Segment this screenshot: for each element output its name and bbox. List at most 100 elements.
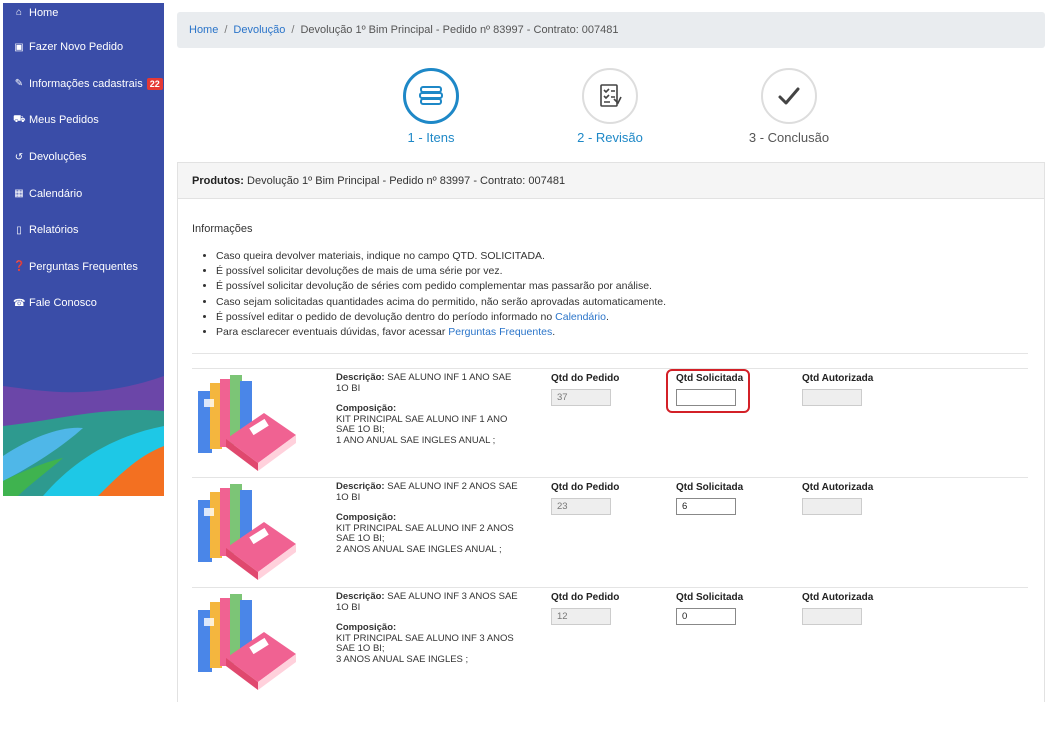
description-label: Descrição:: [336, 372, 385, 383]
composition-label: Composição:: [336, 622, 397, 633]
info-list: Caso queira devolver materiais, indique …: [216, 249, 666, 340]
composition-line: 1 ANO ANUAL SAE INGLES ANUAL ;: [336, 434, 496, 446]
breadcrumb-separator: /: [224, 24, 228, 36]
product-description: Descrição: SAE ALUNO INF 3 ANOS SAE 1O B…: [336, 591, 526, 665]
info-item: É possível solicitar devolução de séries…: [216, 279, 666, 294]
info-item: É possível solicitar devoluções de mais …: [216, 264, 666, 279]
sidebar-item-informacoes[interactable]: ✎ Informações cadastrais 22: [3, 66, 164, 103]
sidebar-item-label: Perguntas Frequentes: [29, 260, 138, 273]
sidebar-item-label: Fazer Novo Pedido: [29, 41, 124, 54]
info-item-suffix: .: [552, 326, 556, 339]
breadcrumb-current: Devolução 1º Bim Principal - Pedido nº 8…: [300, 24, 619, 36]
qtd-autorizada-header: Qtd Autorizada: [802, 373, 874, 384]
sidebar-item-fale-conosco[interactable]: ☎ Fale Conosco: [3, 285, 164, 322]
sidebar: ⌂ Home ▣ Fazer Novo Pedido ✎ Informações…: [3, 3, 164, 496]
composition-line: KIT PRINCIPAL SAE ALUNO INF 2 ANOS SAE 1…: [336, 522, 514, 544]
composition-label: Composição:: [336, 403, 397, 414]
composition-line: KIT PRINCIPAL SAE ALUNO INF 3 ANOS SAE 1…: [336, 632, 514, 654]
description-label: Descrição:: [336, 591, 385, 602]
sidebar-item-perguntas[interactable]: ❓ Perguntas Frequentes: [3, 249, 164, 286]
qtd-autorizada-header: Qtd Autorizada: [802, 482, 874, 493]
step-revisao[interactable]: 2 - Revisão: [545, 68, 675, 145]
calendar-icon: ▦: [14, 188, 24, 200]
qtd-pedido-header: Qtd do Pedido: [551, 592, 620, 603]
home-icon: ⌂: [15, 7, 23, 18]
qtd-pedido-field: [551, 608, 611, 625]
sidebar-decoration: [3, 376, 164, 496]
info-item: Caso queira devolver materiais, indique …: [216, 249, 666, 264]
qtd-solicitada-header: Qtd Solicitada: [676, 482, 744, 493]
qtd-solicitada-input[interactable]: [676, 608, 736, 625]
qtd-autorizada-header: Qtd Autorizada: [802, 592, 874, 603]
step-conclusao[interactable]: 3 - Conclusão: [724, 68, 854, 145]
breadcrumb-separator: /: [291, 24, 295, 36]
breadcrumb-devolucao-link[interactable]: Devolução: [233, 24, 285, 36]
sidebar-item-label: Meus Pedidos: [29, 114, 99, 127]
product-row: Descrição: SAE ALUNO INF 3 ANOS SAE 1O B…: [178, 590, 1046, 700]
cart-icon: ▣: [14, 41, 24, 53]
sidebar-item-label: Relatórios: [29, 224, 79, 237]
books-illustration: [198, 594, 296, 690]
sidebar-item-label: Home: [29, 7, 59, 19]
composition-line: KIT PRINCIPAL SAE ALUNO INF 1 ANO SAE 1O…: [336, 413, 508, 435]
phone-icon: ☎: [13, 297, 26, 309]
sidebar-item-label: Informações cadastrais: [29, 77, 143, 90]
card-header-label: Produtos:: [192, 174, 244, 187]
composition-line: 3 ANOS ANUAL SAE INGLES ;: [336, 653, 469, 665]
sidebar-item-relatorios[interactable]: ▯ Relatórios: [3, 212, 164, 249]
product-description: Descrição: SAE ALUNO INF 2 ANOS SAE 1O B…: [336, 481, 526, 555]
divider: [192, 368, 1028, 369]
divider: [192, 587, 1028, 588]
books-icon: [419, 86, 443, 105]
breadcrumb: Home / Devolução / Devolução 1º Bim Prin…: [177, 12, 1045, 48]
step-itens-label: 1 - Itens: [407, 130, 455, 145]
breadcrumb-home-link[interactable]: Home: [189, 24, 218, 36]
info-item: Caso sejam solicitadas quantidades acima…: [216, 295, 666, 310]
calendar-link[interactable]: Calendário: [555, 311, 606, 323]
qtd-solicitada-input[interactable]: [676, 498, 736, 515]
sidebar-item-devolucoes[interactable]: ↺ Devoluções: [3, 139, 164, 176]
step-itens-circle: [403, 68, 459, 124]
notification-badge: 22: [146, 77, 163, 90]
faq-link[interactable]: Perguntas Frequentes: [448, 326, 552, 338]
sidebar-item-label: Fale Conosco: [29, 297, 97, 310]
info-item-faq: Para esclarecer eventuais dúvidas, favor…: [216, 325, 666, 340]
product-row: Descrição: SAE ALUNO INF 1 ANO SAE 1O BI…: [178, 369, 1046, 481]
step-revisao-label: 2 - Revisão: [577, 130, 643, 145]
info-item-suffix: .: [605, 310, 609, 323]
step-conclusao-circle: [761, 68, 817, 124]
step-itens[interactable]: 1 - Itens: [366, 68, 496, 145]
info-item-calendar: É possível editar o pedido de devolução …: [216, 310, 666, 325]
qtd-autorizada-field: [802, 389, 862, 406]
sidebar-nav: ⌂ Home ▣ Fazer Novo Pedido ✎ Informações…: [3, 3, 164, 322]
step-conclusao-label: 3 - Conclusão: [748, 130, 830, 145]
qtd-autorizada-field: [802, 498, 862, 515]
books-illustration: [198, 484, 296, 580]
product-row: Descrição: SAE ALUNO INF 2 ANOS SAE 1O B…: [178, 480, 1046, 590]
checklist-icon: [600, 84, 622, 107]
divider: [192, 477, 1028, 478]
composition-line: 2 ANOS ANUAL SAE INGLES ANUAL ;: [336, 543, 502, 555]
sidebar-item-label: Devoluções: [29, 151, 87, 164]
sidebar-item-meus-pedidos[interactable]: ⛟ Meus Pedidos: [3, 102, 164, 139]
qtd-pedido-field: [551, 389, 611, 406]
qtd-autorizada-field: [802, 608, 862, 625]
divider: [192, 353, 1028, 354]
qtd-solicitada-header: Qtd Solicitada: [676, 592, 744, 603]
info-item-text: É possível editar o pedido de devolução …: [216, 310, 556, 323]
step-revisao-circle: [582, 68, 638, 124]
sidebar-item-novo-pedido[interactable]: ▣ Fazer Novo Pedido: [3, 29, 164, 66]
highlight-box: [666, 369, 750, 413]
info-item-text: Para esclarecer eventuais dúvidas, favor…: [216, 326, 449, 339]
sidebar-item-label: Calendário: [29, 187, 83, 200]
sidebar-item-home[interactable]: ⌂ Home: [3, 3, 164, 29]
truck-icon: ⛟: [13, 113, 26, 125]
sidebar-item-calendario[interactable]: ▦ Calendário: [3, 175, 164, 212]
card-header-text: Devolução 1º Bim Principal - Pedido nº 8…: [247, 174, 566, 187]
composition-label: Composição:: [336, 512, 397, 523]
edit-icon: ✎: [14, 78, 24, 90]
info-title: Informações: [192, 223, 253, 235]
books-illustration: [198, 375, 296, 471]
qtd-pedido-header: Qtd do Pedido: [551, 373, 620, 384]
description-label: Descrição:: [336, 481, 385, 492]
